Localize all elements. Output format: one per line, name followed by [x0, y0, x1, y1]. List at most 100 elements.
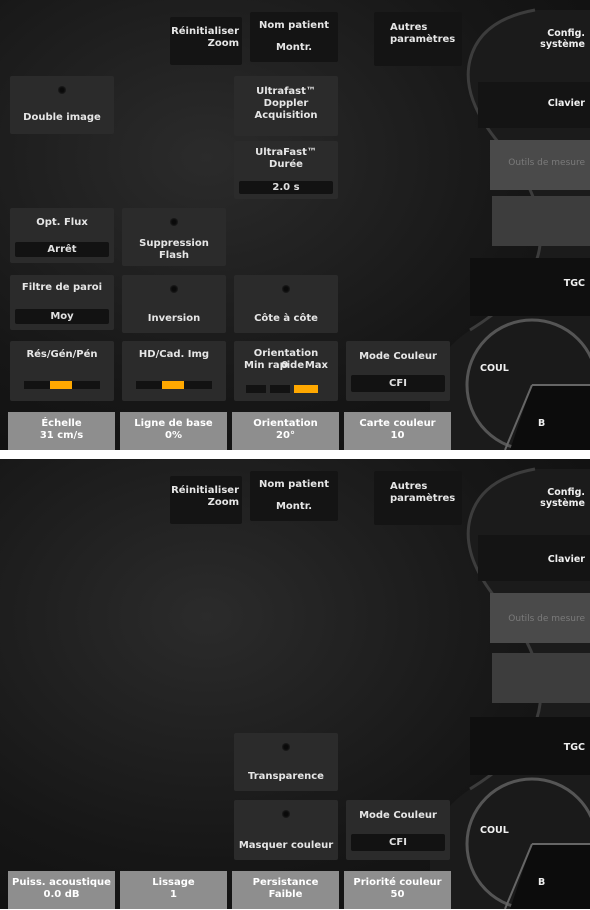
other-params-button[interactable]: Autres paramètres [374, 471, 462, 525]
side-by-side-button[interactable]: Côte à côte [234, 275, 338, 333]
ultrafast-duration-value: 2.0 s [239, 181, 333, 194]
color-mode-control[interactable]: Mode Couleur CFI [346, 800, 450, 860]
reset-zoom-label: Réinitialiser Zoom [171, 485, 239, 508]
quick-orientation-seg-mid[interactable] [270, 385, 290, 393]
inversion-indicator [170, 285, 178, 293]
baseline-label: Ligne de base [134, 418, 213, 429]
persistence-label: Persistance [252, 877, 319, 888]
scale-control[interactable]: Échelle 31 cm/s [8, 412, 115, 450]
baseline-control[interactable]: Ligne de base 0% [120, 412, 227, 450]
transparency-indicator [282, 743, 290, 751]
color-mode-value: CFI [351, 834, 445, 851]
measure-tools-tab[interactable]: Outils de mesure [480, 614, 585, 624]
hd-frame-thumb[interactable] [162, 381, 184, 389]
reset-zoom-button[interactable]: Réinitialiser Zoom [170, 476, 242, 524]
patient-name-button[interactable]: Nom patient Montr. [250, 471, 338, 521]
b-mode-button[interactable]: B [538, 418, 558, 429]
double-image-button[interactable]: Double image [10, 76, 114, 134]
wall-filter-control[interactable]: Filtre de paroi Moy [10, 275, 114, 330]
transparency-button[interactable]: Transparence [234, 733, 338, 791]
reset-zoom-label: Réinitialiser Zoom [171, 26, 239, 49]
reset-zoom-button[interactable]: Réinitialiser Zoom [170, 17, 242, 65]
patient-name-label: Nom patient [259, 20, 329, 31]
ultrafast-duration-control[interactable]: UltraFast™ Durée 2.0 s [234, 141, 338, 199]
color-priority-control[interactable]: Priorité couleur 50 [344, 871, 451, 909]
orientation-value: 20° [276, 430, 295, 441]
quick-orientation-min-label: Min [244, 360, 265, 371]
side-by-side-indicator [282, 285, 290, 293]
scale-value: 31 cm/s [39, 430, 84, 441]
config-system-tab[interactable]: Config. système [500, 28, 585, 50]
side-by-side-label: Côte à côte [254, 313, 318, 324]
wall-filter-value: Moy [15, 309, 109, 324]
color-mode-label: Mode Couleur [359, 351, 437, 362]
smoothing-label: Lissage [152, 877, 195, 888]
res-gen-pen-thumb[interactable] [50, 381, 72, 389]
other-params-button[interactable]: Autres paramètres [374, 12, 462, 66]
color-mode-label: Mode Couleur [359, 810, 437, 821]
other-params-label: Autres paramètres [390, 481, 456, 504]
acoustic-power-value: 0.0 dB [43, 889, 80, 900]
tgc-tab[interactable]: TGC [500, 278, 585, 289]
patient-show-value: Montr. [275, 501, 313, 512]
color-map-value: 10 [390, 430, 405, 441]
ultrafast-doppler-label: Ultrafast™ Doppler Acquisition [254, 86, 318, 121]
opt-flux-value: Arrêt [15, 242, 109, 257]
quick-orientation-seg-max[interactable] [294, 385, 318, 393]
config-system-tab[interactable]: Config. système [500, 487, 585, 509]
hd-frame-slider[interactable]: HD/Cad. Img [122, 341, 226, 401]
color-mode-panel-page-2: Config. système Clavier Outils de mesure… [0, 459, 590, 909]
inversion-button[interactable]: Inversion [122, 275, 226, 333]
hide-color-label: Masquer couleur [238, 840, 334, 851]
res-gen-pen-label: Rés/Gén/Pén [26, 349, 98, 360]
hide-color-button[interactable]: Masquer couleur [234, 800, 338, 860]
patient-name-label: Nom patient [259, 479, 329, 490]
inversion-label: Inversion [147, 313, 201, 324]
b-mode-button[interactable]: B [538, 877, 558, 888]
keyboard-tab[interactable]: Clavier [500, 98, 585, 109]
color-priority-label: Priorité couleur [353, 877, 442, 888]
ultrafast-duration-label: UltraFast™ Durée [255, 147, 317, 170]
wall-filter-label: Filtre de paroi [21, 282, 103, 293]
flash-suppression-button[interactable]: Suppression Flash [122, 208, 226, 266]
tgc-tab[interactable]: TGC [500, 742, 585, 753]
opt-flux-label: Opt. Flux [36, 217, 88, 228]
flash-suppression-label: Suppression Flash [139, 238, 209, 261]
quick-orientation-mid-label: 0 [281, 360, 289, 371]
smoothing-control[interactable]: Lissage 1 [120, 871, 227, 909]
flash-suppression-indicator [170, 218, 178, 226]
opt-flux-control[interactable]: Opt. Flux Arrêt [10, 208, 114, 263]
color-mode-control[interactable]: Mode Couleur CFI [346, 341, 450, 401]
coul-mode-button[interactable]: COUL [480, 825, 520, 836]
ultrafast-doppler-button[interactable]: Ultrafast™ Doppler Acquisition [234, 76, 338, 136]
quick-orientation-max-label: Max [304, 360, 328, 371]
color-priority-value: 50 [390, 889, 405, 900]
coul-mode-button[interactable]: COUL [480, 363, 520, 374]
transparency-label: Transparence [248, 771, 324, 782]
patient-show-value: Montr. [275, 42, 313, 53]
acoustic-power-label: Puiss. acoustique [12, 877, 111, 888]
color-map-control[interactable]: Carte couleur 10 [344, 412, 451, 450]
quick-orientation-slider[interactable]: Orientation rapide Min 0 Max [234, 341, 338, 401]
res-gen-pen-slider[interactable]: Rés/Gén/Pén [10, 341, 114, 401]
keyboard-tab[interactable]: Clavier [500, 554, 585, 565]
color-map-label: Carte couleur [359, 418, 436, 429]
persistence-value: Faible [268, 889, 303, 900]
orientation-control[interactable]: Orientation 20° [232, 412, 339, 450]
smoothing-value: 1 [170, 889, 177, 900]
orientation-label: Orientation [253, 418, 318, 429]
hd-frame-label: HD/Cad. Img [138, 349, 210, 360]
measure-tools-tab[interactable]: Outils de mesure [480, 158, 585, 168]
empty-tab-bg [492, 196, 590, 246]
color-mode-value: CFI [351, 375, 445, 392]
persistence-control[interactable]: Persistance Faible [232, 871, 339, 909]
quick-orientation-seg-min[interactable] [246, 385, 266, 393]
double-image-label: Double image [23, 112, 101, 123]
other-params-label: Autres paramètres [390, 22, 456, 45]
color-mode-panel-page-1: Config. système Clavier Outils de mesure… [0, 0, 590, 450]
scale-label: Échelle [41, 418, 82, 429]
acoustic-power-control[interactable]: Puiss. acoustique 0.0 dB [8, 871, 115, 909]
hide-color-indicator [282, 810, 290, 818]
double-image-indicator [58, 86, 66, 94]
patient-name-button[interactable]: Nom patient Montr. [250, 12, 338, 62]
